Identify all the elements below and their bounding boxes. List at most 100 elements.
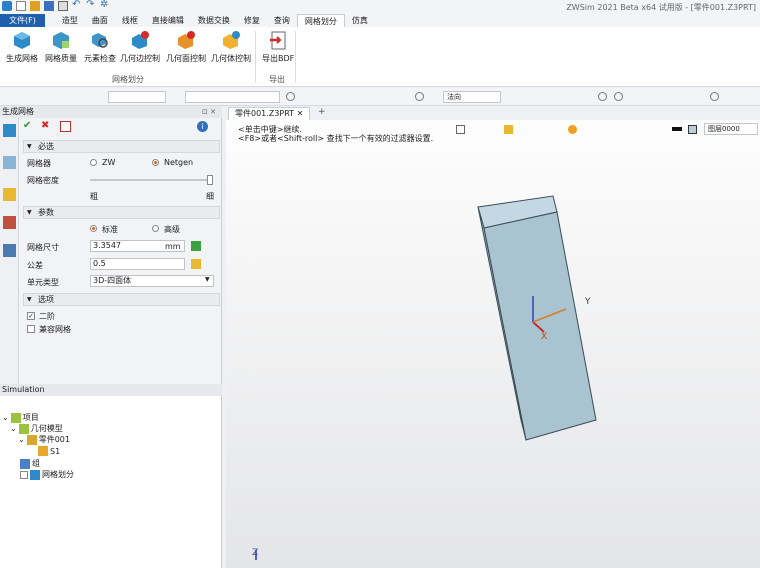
tab-repair[interactable]: 修复: [237, 14, 267, 27]
circle-icon[interactable]: [598, 92, 607, 101]
section-options[interactable]: 选项: [23, 293, 220, 306]
document-tabs: 零件001.Z3PRT ✕ +: [222, 106, 760, 120]
expand-icon: ⌄: [10, 424, 17, 433]
project-icon: [10, 412, 21, 423]
dropdown-chevron-icon[interactable]: ▼: [205, 276, 210, 283]
radio-advanced[interactable]: [152, 225, 159, 232]
mesh-tab-icon[interactable]: [3, 124, 16, 137]
prompt-messages: <单击中键>继续. <F8>或者<Shift-roll> 查找下一个有效的过滤器…: [238, 125, 433, 143]
element-check-icon: [92, 33, 108, 48]
element-type-select[interactable]: 3D-四面体: [90, 275, 214, 287]
menu-file[interactable]: 文件(F): [0, 14, 45, 27]
arc-icon[interactable]: [710, 92, 719, 101]
mesh-quality-button[interactable]: 网格质量: [45, 30, 77, 64]
direction-dropdown[interactable]: 法向: [443, 91, 501, 103]
radio-advanced-label: 高级: [164, 225, 180, 234]
window-title: ZWSim 2021 Beta x64 试用版 - [零件001.Z3PRT]: [566, 3, 756, 12]
refresh-icon[interactable]: [415, 92, 424, 101]
ok-icon[interactable]: ✔: [23, 121, 34, 132]
density-slider-thumb[interactable]: [207, 175, 213, 185]
tab-meshing[interactable]: 网格划分: [296, 14, 345, 27]
radio-standard[interactable]: [90, 225, 97, 232]
geometry-edge-control-button[interactable]: 几何边控制: [120, 30, 160, 64]
3d-viewport[interactable]: 图层0000 Y X Z: [226, 120, 760, 568]
geometry-body-control-button[interactable]: 几何体控制: [211, 30, 251, 64]
tree-item-meshing[interactable]: 网格划分: [20, 469, 74, 480]
tree-item-group[interactable]: 组: [20, 458, 40, 469]
tree-item-geometry[interactable]: ⌄ 几何模型: [10, 423, 63, 434]
group-separator: [295, 31, 296, 83]
section-required[interactable]: 必选: [23, 140, 220, 153]
tolerance-tool-icon[interactable]: [191, 259, 201, 269]
history-tab-icon[interactable]: [3, 156, 16, 169]
tab-simulation[interactable]: 仿真: [345, 14, 375, 27]
redo-icon[interactable]: ↷: [86, 0, 96, 11]
close-tab-icon[interactable]: ✕: [297, 109, 304, 118]
undo-icon[interactable]: ↶: [72, 0, 82, 11]
tree-item-part[interactable]: ⌄ 零件001: [18, 434, 70, 445]
export-bdf-button[interactable]: 导出BDF: [262, 30, 294, 64]
tab-document-part001[interactable]: 零件001.Z3PRT ✕: [228, 107, 311, 120]
tab-wireframe[interactable]: 线框: [115, 14, 145, 27]
tab-modeling[interactable]: 造型: [55, 14, 85, 27]
compatible-mesh-checkbox[interactable]: [27, 325, 35, 333]
input-field[interactable]: [185, 91, 280, 103]
generate-mesh-button[interactable]: 生成网格: [6, 30, 38, 64]
tab-surface[interactable]: 曲面: [85, 14, 115, 27]
quick-access-toolbar: ↶ ↷ ✲: [2, 0, 110, 11]
apply-icon[interactable]: [60, 121, 71, 132]
block-front-face[interactable]: [483, 211, 597, 441]
tree-item-project[interactable]: ⌄ 项目: [2, 412, 39, 423]
radio-netgen[interactable]: [152, 159, 159, 166]
new-file-icon[interactable]: [16, 1, 26, 11]
mesher-label: 网格器: [27, 159, 51, 168]
user-tab-icon[interactable]: [3, 244, 16, 257]
filter-dropdown[interactable]: [108, 91, 166, 103]
app-logo-icon[interactable]: [2, 1, 12, 11]
assembly-tab-icon[interactable]: [3, 188, 16, 201]
body-control-icon: [223, 31, 240, 49]
group-icon: [20, 458, 30, 469]
density-slider-track[interactable]: [90, 179, 210, 181]
tab-query[interactable]: 查询: [267, 14, 297, 27]
tolerance-input[interactable]: 0.5: [90, 258, 185, 270]
generate-mesh-label: 生成网格: [6, 54, 38, 63]
tolerance-label: 公差: [27, 261, 43, 270]
cancel-icon[interactable]: [286, 92, 295, 101]
geometry-icon: [18, 423, 29, 434]
group-separator: [255, 31, 256, 83]
add-tab-button[interactable]: +: [318, 107, 326, 117]
tree-item-s1[interactable]: S1: [38, 446, 60, 456]
group-label-meshing: 网格划分: [112, 75, 144, 84]
second-order-checkbox[interactable]: ✓: [27, 312, 35, 320]
save-icon[interactable]: [44, 1, 54, 11]
section-params[interactable]: 参数: [23, 206, 220, 219]
tree-label: 几何模型: [30, 424, 63, 433]
open-folder-icon[interactable]: [30, 1, 40, 11]
radio-netgen-label: Netgen: [164, 158, 194, 167]
view-tab-icon[interactable]: [3, 216, 16, 229]
tab-data-exchange[interactable]: 数据交换: [191, 14, 237, 27]
settings-icon[interactable]: ✲: [100, 0, 110, 11]
title-bar: ↶ ↷ ✲ ZWSim 2021 Beta x64 试用版 - [零件001.Z…: [0, 0, 760, 14]
info-icon[interactable]: i: [197, 121, 208, 132]
mesh-size-label: 网格尺寸: [27, 243, 59, 252]
mesh-visibility-checkbox[interactable]: [20, 470, 28, 479]
generate-mesh-icon: [14, 32, 30, 49]
element-check-button[interactable]: 元素检查: [84, 30, 116, 64]
expand-icon: ⌄: [18, 435, 25, 444]
circle-icon[interactable]: [614, 92, 623, 101]
size-tool-icon[interactable]: [191, 241, 201, 251]
pin-icon[interactable]: ⊡ ✕: [202, 108, 216, 116]
density-fine-label: 细: [206, 192, 214, 201]
menu-bar: 文件(F) 造型 曲面 线框 直接编辑 数据交换 修复 查询 网格划分 仿真: [0, 14, 760, 27]
edge-control-label: 几何边控制: [120, 54, 160, 63]
tab-direct-edit[interactable]: 直接编辑: [145, 14, 191, 27]
part-model[interactable]: [226, 120, 760, 568]
print-icon[interactable]: [58, 1, 68, 11]
geometry-face-control-button[interactable]: 几何面控制: [166, 30, 206, 64]
cancel-icon[interactable]: ✖: [41, 121, 52, 132]
radio-zw[interactable]: [90, 159, 97, 166]
mesh-size-unit: mm: [165, 242, 181, 251]
panel-title: 生成网格: [0, 106, 222, 118]
